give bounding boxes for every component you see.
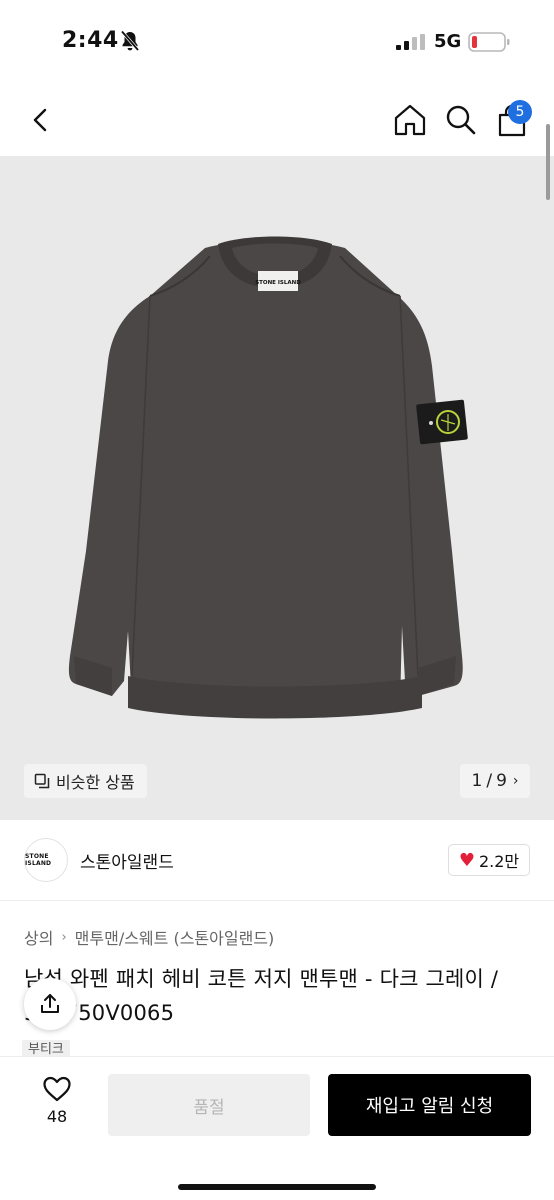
home-icon[interactable] <box>392 102 428 138</box>
breadcrumb-subcategory[interactable]: 맨투맨/스웨트 (스톤아일랜드) <box>75 925 275 949</box>
status-time: 2:44 <box>62 28 119 53</box>
bell-off-icon <box>120 30 140 52</box>
bottom-action-bar: 48 품절 재입고 알림 신청 <box>0 1056 554 1200</box>
image-page-indicator[interactable]: 1 / 9 › <box>460 764 530 798</box>
product-title: 남성 와펜 패치 헤비 코튼 저지 맨투맨 - 다크 그레이 / 563750V… <box>24 967 499 1025</box>
heart-filled-icon: ♥ <box>458 849 475 871</box>
breadcrumb: 상의 › 맨투맨/스웨트 (스톤아일랜드) <box>24 925 274 949</box>
status-bar: 2:44 5G <box>0 0 554 84</box>
scroll-indicator <box>546 124 550 200</box>
similar-products-button[interactable]: 비슷한 상품 <box>24 764 147 798</box>
page-separator: / <box>486 771 493 791</box>
page-current: 1 <box>471 771 483 791</box>
brand-logo[interactable]: STONE ISLAND <box>24 838 68 882</box>
battery-low-icon <box>468 32 510 52</box>
product-image-gallery[interactable]: STONE ISLAND <box>0 156 554 820</box>
share-icon <box>41 994 59 1013</box>
chevron-right-icon: › <box>61 929 67 945</box>
page-total: 9 <box>496 771 507 791</box>
wishlist-count: 48 <box>46 1107 68 1126</box>
wishlist-button[interactable]: 48 <box>34 1075 80 1135</box>
heart-outline-icon <box>43 1076 71 1102</box>
brand-name[interactable]: 스톤아일랜드 <box>80 848 174 873</box>
cellular-signal-icon <box>396 34 425 50</box>
brand-like-button[interactable]: ♥ 2.2만 <box>448 844 530 876</box>
brand-logo-text: STONE ISLAND <box>25 853 52 867</box>
brand-like-count: 2.2만 <box>478 852 520 871</box>
restock-alert-label: 재입고 알림 신청 <box>365 1096 494 1117</box>
collar-label-text: STONE ISLAND <box>255 280 301 286</box>
section-divider <box>0 900 554 901</box>
cart-count-badge: 5 <box>508 100 532 124</box>
soldout-label: 품절 <box>193 1097 225 1118</box>
chevron-right-icon: › <box>512 773 519 789</box>
copy-icon <box>34 773 50 789</box>
brand-row[interactable]: STONE ISLAND 스톤아일랜드 ♥ 2.2만 <box>0 830 554 890</box>
back-arrow-icon[interactable] <box>26 102 56 138</box>
share-button[interactable] <box>24 978 76 1030</box>
network-type: 5G <box>434 31 462 52</box>
top-nav-bar <box>0 88 554 154</box>
home-indicator <box>178 1184 376 1190</box>
breadcrumb-category[interactable]: 상의 <box>24 925 53 949</box>
soldout-button: 품절 <box>108 1074 310 1136</box>
sweatshirt-image: STONE ISLAND <box>68 236 468 719</box>
similar-products-label: 비슷한 상품 <box>56 773 135 792</box>
search-icon[interactable] <box>444 102 478 138</box>
restock-alert-button[interactable]: 재입고 알림 신청 <box>328 1074 531 1136</box>
